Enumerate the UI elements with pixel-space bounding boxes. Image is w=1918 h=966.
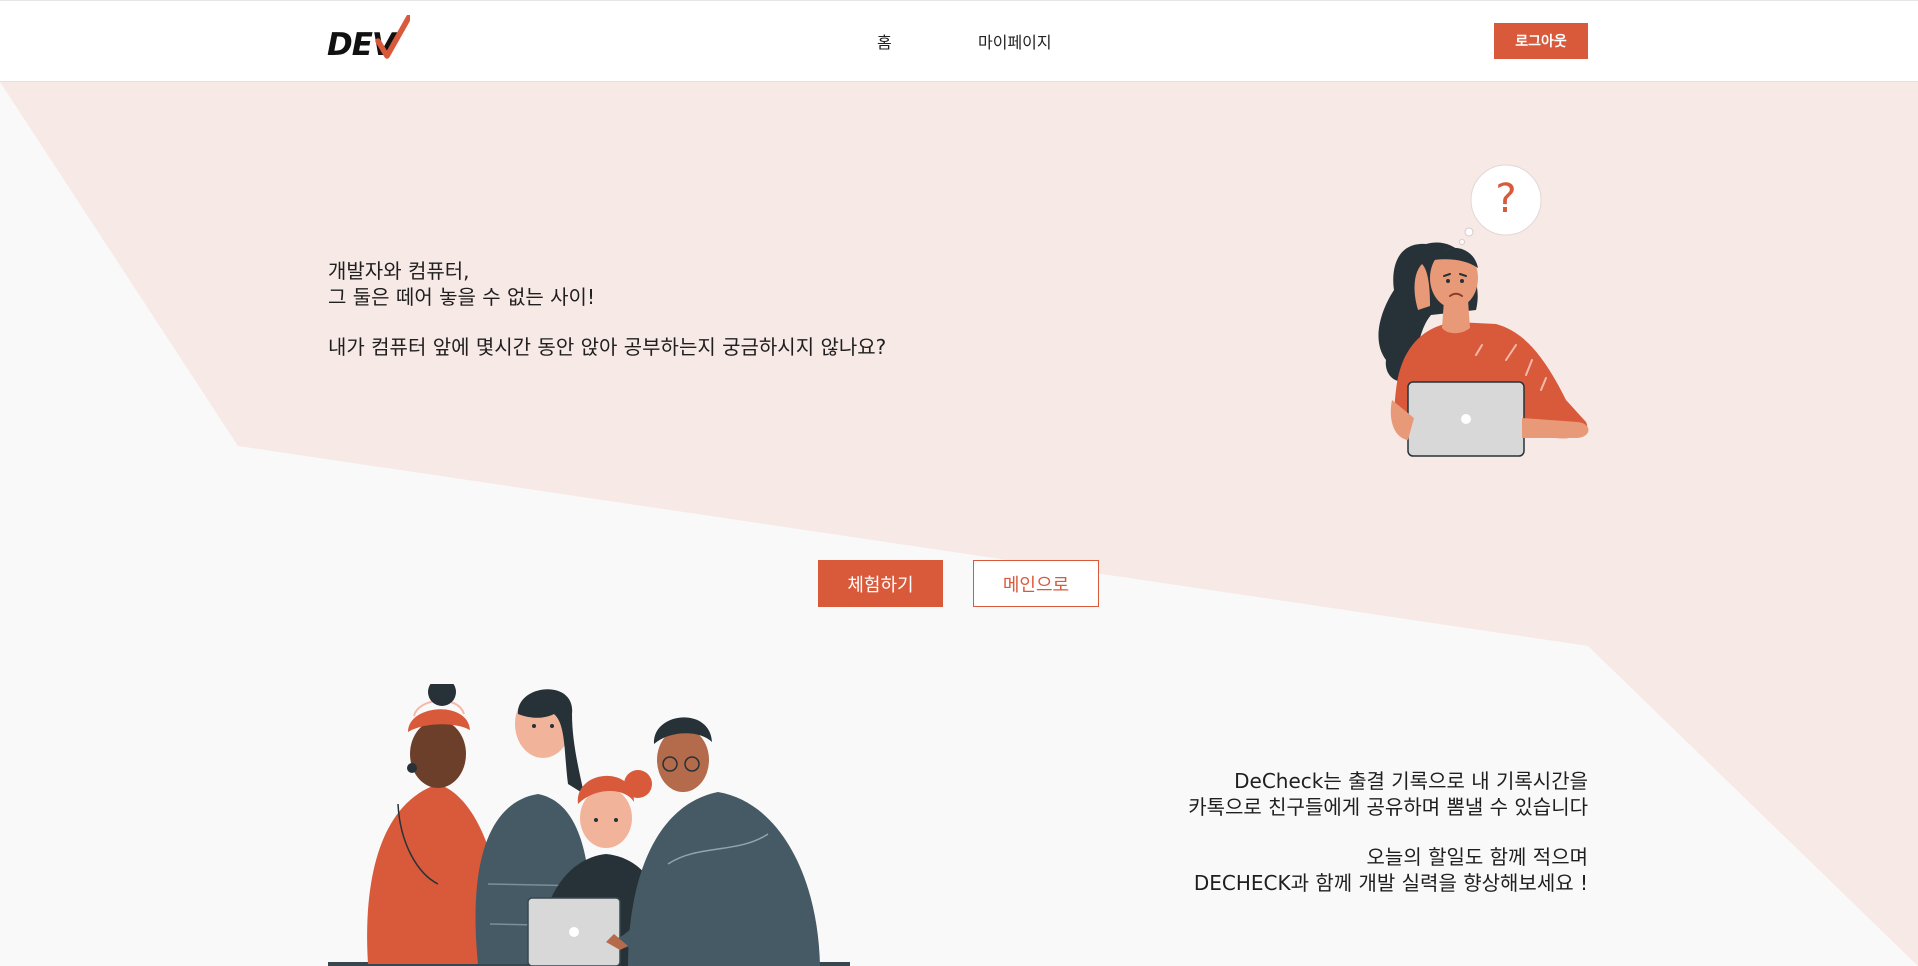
hero-band <box>0 82 1918 966</box>
thinking-woman-illustration: ? <box>1378 164 1589 457</box>
hero-line-3: 내가 컴퓨터 앞에 몇시간 동안 앉아 공부하는지 궁금하시지 않나요? <box>328 335 887 359</box>
hero-copy: 개발자와 컴퓨터, 그 둘은 떼어 놓을 수 없는 사이! 내가 컴퓨터 앞에 … <box>328 258 886 360</box>
nav-home-link[interactable]: 홈 <box>877 29 892 53</box>
nav-mypage-link[interactable]: 마이페이지 <box>978 29 1052 53</box>
go-main-button[interactable]: 메인으로 <box>973 560 1099 607</box>
background-shapes <box>0 82 1918 966</box>
top-header: DEV 홈 마이페이지 로그아웃 <box>0 0 1918 82</box>
logout-button[interactable]: 로그아웃 <box>1494 23 1588 59</box>
feature-line-4: DECHECK과 함께 개발 실력을 향상해보세요 ! <box>1193 871 1588 895</box>
feature-line-1: DeCheck는 출결 기록으로 내 기록시간을 <box>1234 769 1588 793</box>
logo-icon[interactable]: DEV <box>326 15 410 61</box>
feature-line-3: 오늘의 할일도 함께 적으며 <box>1366 845 1588 869</box>
question-mark-icon: ? <box>1495 176 1516 222</box>
try-button[interactable]: 체험하기 <box>818 560 943 607</box>
feature-line-2: 카톡으로 친구들에게 공유하며 뽐낼 수 있습니다 <box>1188 795 1588 819</box>
feature-copy: DeCheck는 출결 기록으로 내 기록시간을 카톡으로 친구들에게 공유하며… <box>1188 768 1588 896</box>
team-illustration <box>328 684 850 966</box>
hero-line-1: 개발자와 컴퓨터, <box>328 259 470 283</box>
hero-line-2: 그 둘은 떼어 놓을 수 없는 사이! <box>328 285 595 309</box>
